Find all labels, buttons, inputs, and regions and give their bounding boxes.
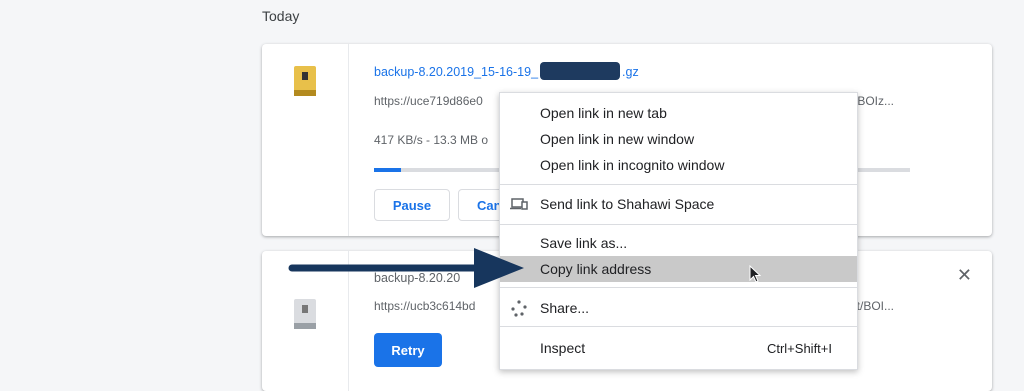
download-filename-link[interactable]: backup-8.20.2019_15-16-19_ .gz: [374, 62, 639, 81]
devices-icon: [510, 196, 528, 212]
mouse-cursor-icon: [749, 265, 761, 283]
menu-item-share[interactable]: Share...: [500, 295, 857, 321]
annotation-arrow-icon: [288, 248, 524, 288]
menu-separator: [500, 224, 857, 225]
inspect-shortcut: Ctrl+Shift+I: [766, 340, 832, 356]
section-title: Today: [262, 8, 300, 24]
context-menu: Open link in new tab Open link in new wi…: [499, 92, 858, 370]
pause-button[interactable]: Pause: [374, 189, 450, 221]
menu-item-send-link[interactable]: Send link to Shahawi Space: [500, 191, 857, 217]
menu-item-open-new-window[interactable]: Open link in new window: [500, 126, 857, 152]
failed-download-url: https://ucb3c614bd: [374, 299, 476, 313]
archive-file-icon: [294, 299, 316, 329]
close-icon[interactable]: ✕: [957, 265, 972, 286]
menu-item-copy-link-address[interactable]: Copy link address: [500, 256, 857, 282]
menu-item-open-incognito[interactable]: Open link in incognito window: [500, 152, 857, 178]
download-status: 417 KB/s - 13.3 MB o: [374, 133, 489, 147]
menu-separator: [500, 287, 857, 288]
retry-button[interactable]: Retry: [374, 333, 442, 367]
menu-item-open-new-tab[interactable]: Open link in new tab: [500, 100, 857, 126]
share-icon: [510, 300, 528, 317]
menu-separator: [500, 326, 857, 327]
redacted-block: [540, 62, 621, 81]
menu-separator: [500, 184, 857, 185]
menu-item-save-link-as[interactable]: Save link as...: [500, 230, 857, 256]
menu-item-inspect[interactable]: Inspect Ctrl+Shift+I: [500, 335, 857, 361]
archive-file-icon: [294, 66, 316, 96]
download-url: https://uce719d86e0: [374, 94, 483, 108]
